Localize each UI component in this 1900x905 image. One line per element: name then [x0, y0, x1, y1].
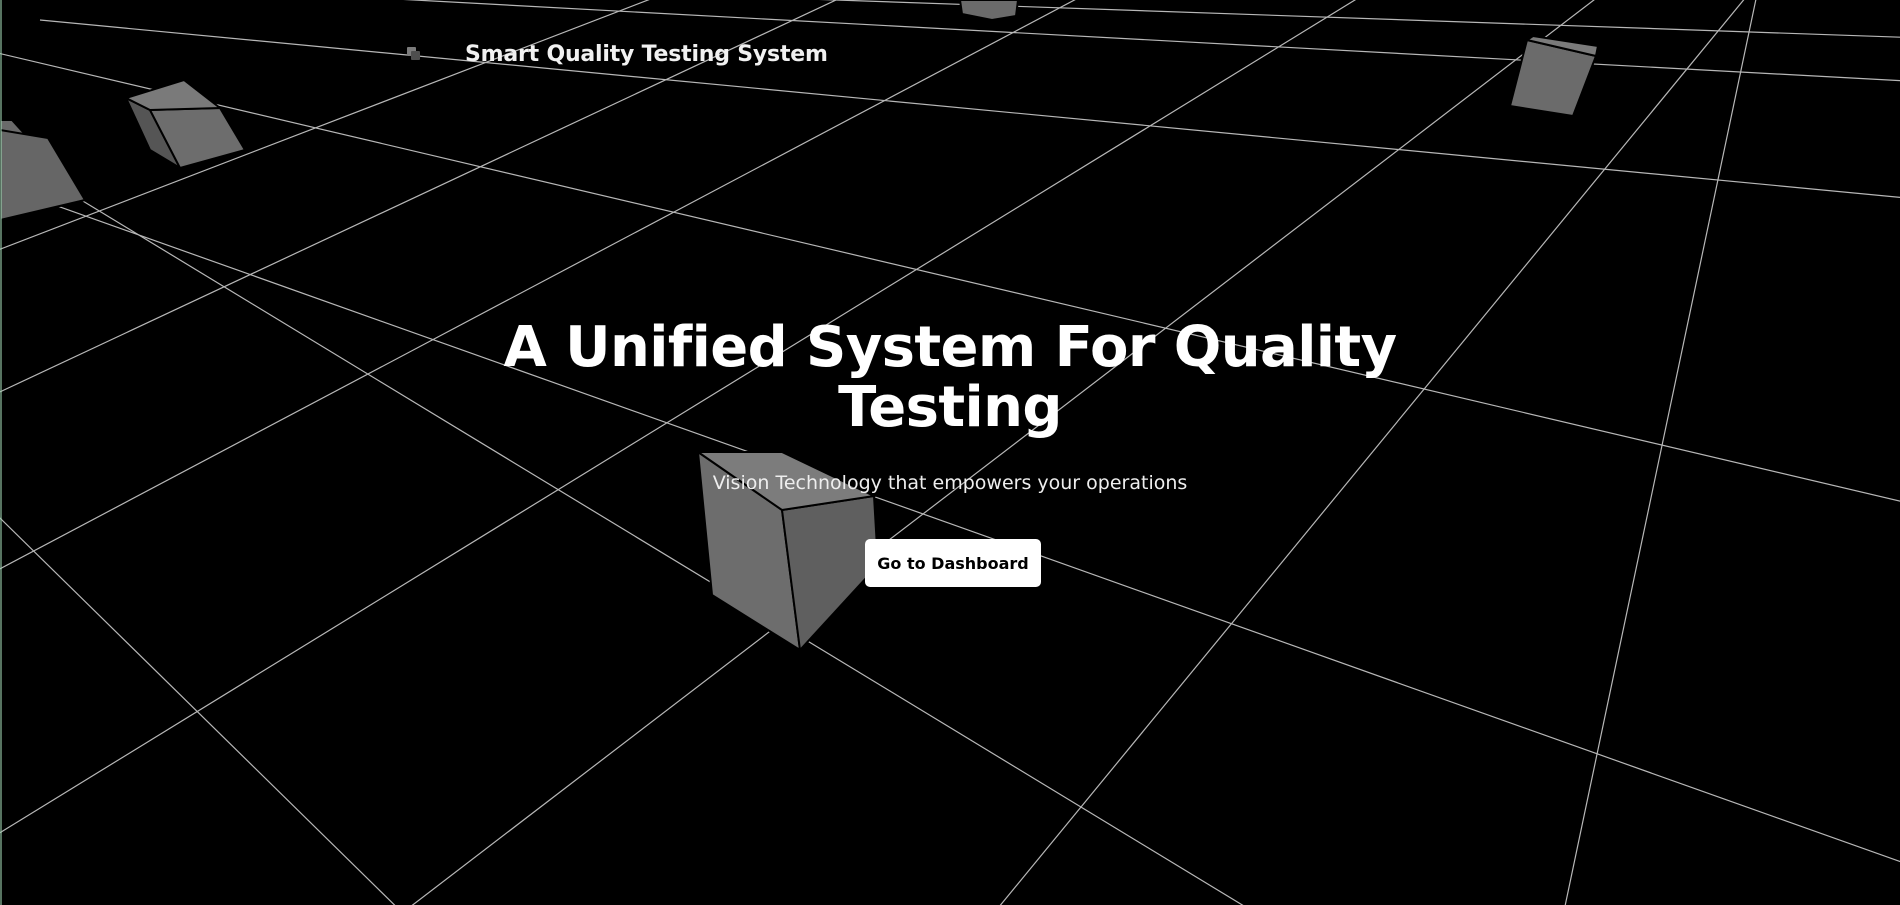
go-to-dashboard-button[interactable]: Go to Dashboard: [865, 539, 1041, 587]
cube-top-center: [958, 0, 1020, 22]
hero-title-line-2: Testing: [838, 375, 1062, 440]
window-edge: [0, 0, 2, 905]
hero-subtitle: Vision Technology that empowers your ope…: [712, 472, 1188, 494]
top-navbar: Smart Quality Testing System: [405, 38, 828, 70]
cube-edge-left: [0, 119, 87, 222]
cube-top-right: [1508, 34, 1600, 118]
hero-title: A Unified System For Quality Testing: [450, 318, 1450, 438]
hero-section: A Unified System For Quality Testing Vis…: [450, 318, 1450, 496]
brand-title[interactable]: Smart Quality Testing System: [465, 42, 828, 67]
hero-title-line-1: A Unified System For Quality: [503, 315, 1398, 380]
stacked-squares-icon[interactable]: [405, 45, 423, 63]
cube-top-left: [123, 78, 247, 171]
